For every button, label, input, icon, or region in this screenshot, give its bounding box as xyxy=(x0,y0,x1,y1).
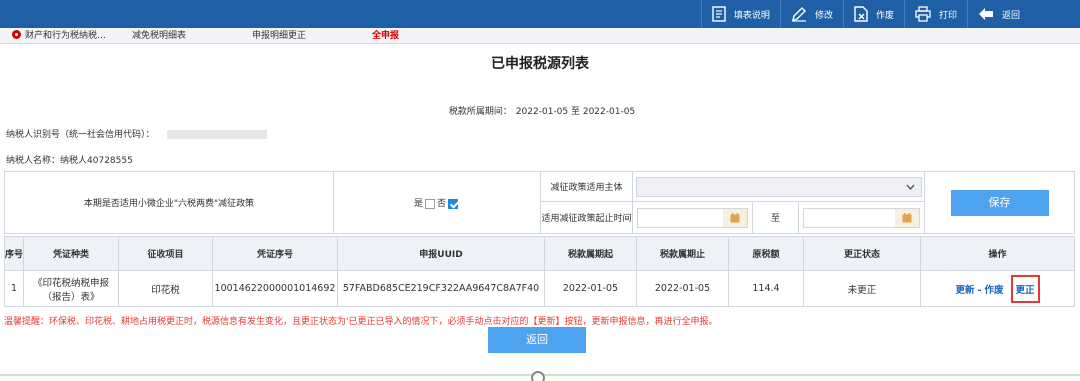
edit-button[interactable]: 修改 xyxy=(779,0,843,28)
start-date-cell xyxy=(632,201,753,234)
void-link[interactable]: 作废 xyxy=(984,285,1003,296)
document-icon xyxy=(712,6,726,22)
highlight-box: 更正 xyxy=(1010,274,1040,303)
back-toolbar-label: 返回 xyxy=(1001,10,1020,21)
row-status: 未更正 xyxy=(803,270,921,307)
col-period-end: 税款属期止 xyxy=(636,236,729,271)
col-voucher-type: 凭证种类 xyxy=(23,236,119,271)
tab-strip: 财产和行为税纳税… 减免税明细表 申报明细更正 全申报 xyxy=(0,28,1080,44)
update-link[interactable]: 更新 xyxy=(955,285,974,296)
subject-select[interactable] xyxy=(635,176,922,197)
home-icon xyxy=(12,30,21,39)
tab-full-declaration[interactable]: 全申报 xyxy=(372,29,399,43)
warning-tip: 温馨提醒：环保税、印花税、耕地占用税更正时，税源信息有发生变化，且更正状态为'已… xyxy=(4,317,718,327)
taxpayer-name-label: 纳税人名称： xyxy=(6,156,61,166)
calendar-icon[interactable] xyxy=(723,208,747,227)
scroll-handle-icon[interactable] xyxy=(531,371,545,381)
taxpayer-name-value: 纳税人40728555 xyxy=(60,156,133,166)
tax-period: 税款所属期间： 2022-01-05 至 2022-01-05 xyxy=(0,104,1080,117)
edit-label: 修改 xyxy=(814,10,833,21)
policy-question: 本期是否适用小微企业"六税两费"减征政策 xyxy=(4,171,334,234)
back-toolbar-button[interactable]: 返回 xyxy=(966,0,1080,28)
back-button[interactable]: 返回 xyxy=(488,327,586,353)
end-date-cell xyxy=(798,201,925,234)
col-uuid: 申报UUID xyxy=(337,236,545,271)
taxpayer-id-row: 纳税人识别号（统一社会信用代码）： xyxy=(6,127,267,140)
taxpayer-id-label: 纳税人识别号（统一社会信用代码）： xyxy=(6,130,155,140)
action-separator: - xyxy=(977,284,982,296)
no-label: 否 xyxy=(437,199,447,209)
save-cell: 保存 xyxy=(924,171,1075,234)
tab-correction[interactable]: 申报明细更正 xyxy=(252,29,306,43)
instructions-label: 填表说明 xyxy=(733,10,770,21)
no-checkbox[interactable] xyxy=(448,198,459,209)
void-doc-icon xyxy=(854,6,868,22)
row-voucher-no: 10014622000001014692 xyxy=(212,270,338,307)
tab-reduction-detail[interactable]: 减免税明细表 xyxy=(132,29,186,43)
period-value: 2022-01-05 至 2022-01-05 xyxy=(515,107,636,117)
col-voucher-no: 凭证序号 xyxy=(212,236,338,271)
policy-answer-cell: 是否 xyxy=(333,171,541,234)
col-status: 更正状态 xyxy=(803,236,921,271)
subject-label: 减征政策适用主体 xyxy=(540,171,633,202)
row-voucher-type: 《印花税纳税申报（报告）表》 xyxy=(23,270,119,307)
subject-select-cell xyxy=(632,171,925,202)
tab-label: 财产和行为税纳税… xyxy=(25,31,107,41)
calendar-icon[interactable] xyxy=(895,208,919,227)
void-label: 作废 xyxy=(875,10,894,21)
table-header-row: 序号 凭证种类 征收项目 凭证序号 申报UUID 税款属期起 税款属期止 原税额… xyxy=(4,236,1075,271)
row-item: 印花税 xyxy=(118,270,213,307)
pencil-icon xyxy=(791,7,806,22)
row-period-start: 2022-01-05 xyxy=(544,270,637,307)
row-period-end: 2022-01-05 xyxy=(636,270,729,307)
col-actions: 操作 xyxy=(920,236,1075,271)
table-row: 1 《印花税纳税申报（报告）表》 印花税 1001462200000101469… xyxy=(4,270,1075,307)
start-date-input[interactable] xyxy=(637,207,748,228)
row-index: 1 xyxy=(4,270,24,307)
void-button[interactable]: 作废 xyxy=(842,0,904,28)
tab-property-tax[interactable]: 财产和行为税纳税… xyxy=(12,29,106,43)
col-index: 序号 xyxy=(4,236,24,271)
period-label: 税款所属期间： xyxy=(448,107,512,117)
yes-checkbox[interactable] xyxy=(425,198,435,209)
col-period-start: 税款属期起 xyxy=(544,236,637,271)
correct-link[interactable]: 更正 xyxy=(1016,285,1035,296)
col-amount: 原税额 xyxy=(728,236,804,271)
masked-taxpayer-id xyxy=(166,130,267,139)
col-item: 征收项目 xyxy=(118,236,213,271)
row-actions: 更新 - 作废 更正 xyxy=(920,270,1075,307)
print-label: 打印 xyxy=(938,10,957,21)
row-uuid: 57FABD685CE219CF322AA9647C8A7F40 xyxy=(337,270,545,307)
period-range-label: 适用减征政策起止时间 xyxy=(540,201,633,234)
declared-tax-source-table: 序号 凭证种类 征收项目 凭证序号 申报UUID 税款属期起 税款属期止 原税额… xyxy=(4,236,1075,307)
instructions-button[interactable]: 填表说明 xyxy=(700,0,780,28)
chevron-down-icon xyxy=(905,184,915,190)
top-toolbar: 填表说明 修改 作废 打印 返回 xyxy=(0,0,1080,28)
yes-label: 是 xyxy=(413,199,423,209)
taxpayer-name-row: 纳税人名称：纳税人40728555 xyxy=(6,153,133,166)
end-date-input[interactable] xyxy=(803,207,920,228)
to-label: 至 xyxy=(752,201,799,234)
printer-icon xyxy=(915,6,931,22)
save-button[interactable]: 保存 xyxy=(950,189,1049,216)
print-button[interactable]: 打印 xyxy=(903,0,967,28)
policy-table: 本期是否适用小微企业"六税两费"减征政策 是否 减征政策适用主体 保存 适用减征… xyxy=(4,171,1075,234)
back-arrow-icon xyxy=(978,8,993,20)
row-amount: 114.4 xyxy=(728,270,804,307)
page-title: 已申报税源列表 xyxy=(491,56,589,72)
